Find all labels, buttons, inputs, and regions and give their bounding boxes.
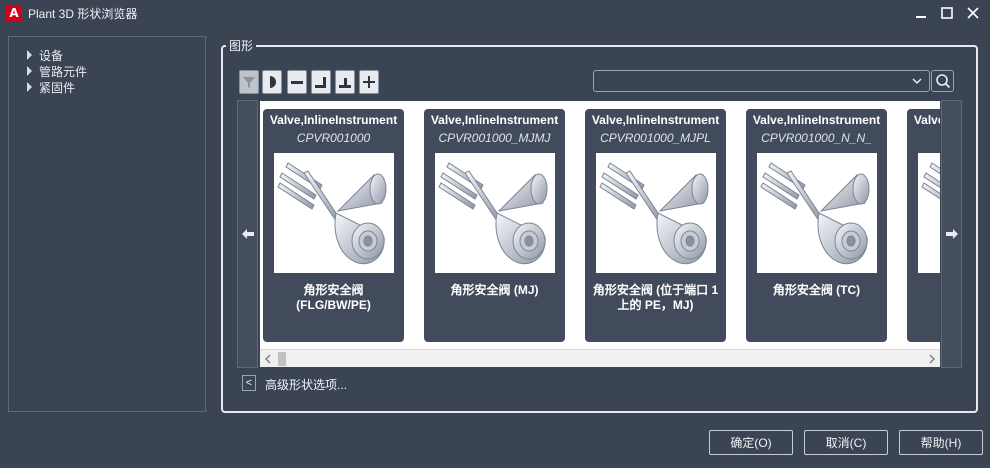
expand-arrow-icon[interactable] (27, 50, 32, 60)
shape-thumbnail (434, 153, 555, 273)
shape-class-name: Valve,InlineInstrument (430, 113, 559, 127)
shape-description: 角形安全阀 (911, 283, 940, 298)
horizontal-scrollbar[interactable] (260, 349, 940, 367)
shape-thumbnail (595, 153, 716, 273)
category-tree[interactable]: 设备 管路元件 紧固件 (8, 36, 206, 412)
shape-card[interactable]: Valve,InlineInstrument CPVR001000 角形安全阀 … (263, 109, 404, 342)
tee-icon (339, 78, 351, 88)
chevron-down-icon[interactable] (911, 75, 923, 87)
advanced-options-link[interactable]: 高级形状选项... (265, 376, 347, 393)
shape-class-name: Valve,InlineInstrument (591, 113, 720, 127)
title-bar: A Plant 3D 形状浏览器 (0, 0, 990, 26)
valve-thumbnail-icon (920, 162, 940, 200)
tee-shape-button[interactable] (335, 70, 355, 94)
tree-item-label: 设备 (39, 48, 64, 63)
tree-item-equipment[interactable]: 设备 (9, 47, 205, 63)
end-type-button[interactable] (262, 70, 282, 94)
search-combobox[interactable] (593, 70, 930, 92)
half-circle-icon (270, 76, 276, 88)
advanced-options-toggle[interactable]: < (242, 375, 256, 391)
shape-description: 角形安全阀 (FLG/BW/PE) (296, 283, 371, 312)
shape-code: CPVR001000_N_N_ (761, 131, 872, 145)
shape-thumbnail (273, 153, 394, 273)
maximize-button[interactable] (934, 2, 960, 24)
search-icon (935, 74, 950, 89)
valve-thumbnail-icon (759, 162, 869, 265)
shape-code: CPVR001000_MJPL (600, 131, 711, 145)
ok-button[interactable]: 确定(O) (709, 430, 793, 455)
shape-code: CPVR001000 (296, 131, 371, 145)
straight-shape-button[interactable] (287, 70, 307, 94)
shape-description: 角形安全阀 (TC) (772, 283, 861, 297)
tree-item-label: 紧固件 (39, 80, 76, 95)
shape-class-name: Valve,InlineInstrument (913, 113, 940, 127)
minimize-button[interactable] (908, 2, 934, 24)
tree-item-piping-components[interactable]: 管路元件 (9, 63, 205, 79)
shape-card[interactable]: Valve,InlineInstrument CPVR001000 角形安全阀 (907, 109, 940, 342)
shape-gallery[interactable]: Valve,InlineInstrument CPVR001000 角形安全阀 … (260, 101, 940, 349)
elbow-shape-button[interactable] (311, 70, 331, 94)
cancel-button[interactable]: 取消(C) (804, 430, 888, 455)
scroll-right-button[interactable] (941, 100, 962, 368)
shape-description: 角形安全阀 (MJ) (450, 283, 539, 297)
minimize-icon (916, 16, 926, 18)
shape-description: 角形安全阀 (位于端口 1 上的 PE，MJ) (592, 283, 719, 312)
shape-class-name: Valve,InlineInstrument (752, 113, 881, 127)
shape-card[interactable]: Valve,InlineInstrument CPVR001000_N_N_ 角… (746, 109, 887, 342)
search-button[interactable] (931, 70, 954, 92)
scrollbar-thumb[interactable] (278, 352, 286, 366)
close-button[interactable] (960, 2, 986, 24)
elbow-icon (315, 77, 326, 88)
maximize-icon (941, 7, 953, 19)
autocad-logo-icon: A (6, 5, 22, 21)
cross-icon (363, 76, 375, 88)
shape-code: CPVR001000 (907, 131, 940, 145)
scroll-left-button[interactable] (237, 100, 258, 368)
expand-arrow-icon[interactable] (27, 82, 32, 92)
expand-arrow-icon[interactable] (27, 66, 32, 76)
valve-thumbnail-icon (437, 162, 547, 265)
help-button[interactable]: 帮助(H) (899, 430, 983, 455)
tree-item-label: 管路元件 (39, 64, 88, 79)
arrow-left-icon (241, 229, 254, 239)
tree-item-fasteners[interactable]: 紧固件 (9, 79, 205, 95)
shape-code: CPVR001000_MJMJ (438, 131, 551, 145)
shape-card[interactable]: Valve,InlineInstrument CPVR001000_MJPL 角… (585, 109, 726, 342)
valve-thumbnail-icon (598, 162, 708, 265)
close-icon (967, 7, 979, 19)
shape-card[interactable]: Valve,InlineInstrument CPVR001000_MJMJ 角… (424, 109, 565, 342)
valve-thumbnail-icon (276, 162, 386, 265)
filter-button[interactable] (239, 70, 259, 94)
shape-thumbnail (756, 153, 877, 273)
group-legend: 图形 (226, 37, 257, 54)
filter-icon (243, 77, 255, 88)
scroll-left-arrow-icon[interactable] (264, 354, 272, 364)
scroll-right-arrow-icon[interactable] (928, 354, 936, 364)
shape-class-name: Valve,InlineInstrument (269, 113, 398, 127)
cross-shape-button[interactable] (359, 70, 379, 94)
straight-icon (291, 81, 303, 84)
shape-thumbnail (917, 153, 940, 273)
arrow-right-icon (945, 229, 958, 239)
window-title: Plant 3D 形状浏览器 (28, 6, 138, 21)
